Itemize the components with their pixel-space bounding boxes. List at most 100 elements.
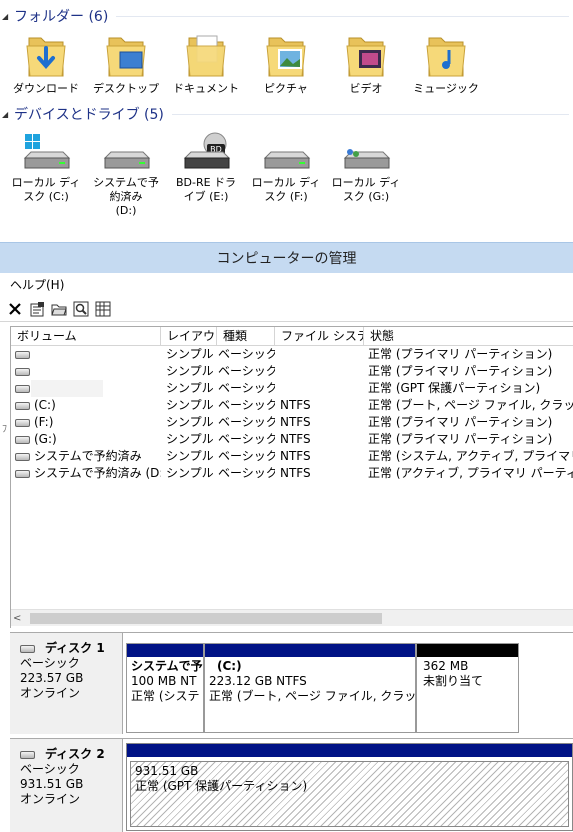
partition-bar — [127, 744, 572, 757]
music-folder-icon — [426, 37, 466, 77]
collapse-arrow-icon[interactable]: ◢ — [2, 110, 14, 119]
drive-label-line1: ローカル ディ — [331, 176, 401, 189]
folder-music[interactable]: ミュージック — [406, 30, 486, 96]
group-divider — [116, 15, 569, 17]
folders-group-title: フォルダー (6) — [14, 9, 109, 25]
drive-label-line2: スク (F:) — [264, 190, 308, 203]
settings-grid-icon[interactable] — [94, 300, 112, 318]
volume-icon — [15, 367, 30, 376]
folder-label: ミュージック — [413, 82, 479, 95]
col-header-status[interactable]: 状態 — [364, 327, 573, 345]
open-folder-icon[interactable] — [50, 300, 68, 318]
col-header-volume[interactable]: ボリューム — [11, 327, 161, 345]
drive-e[interactable]: BD BD-RE ドラ イブ (E:) — [166, 132, 246, 204]
search-icon[interactable] — [72, 300, 90, 318]
table-row[interactable]: シンプル ベーシック 正常 (プライマリ パーティション) — [11, 363, 573, 380]
folder-label: ドキュメント — [173, 82, 239, 95]
col-header-layout[interactable]: レイアウト — [161, 327, 217, 345]
col-header-filesystem[interactable]: ファイル システム — [275, 327, 364, 345]
disk-status: オンライン — [20, 792, 81, 806]
col-header-type[interactable]: 種類 — [217, 327, 275, 345]
partition-c[interactable]: (C:) 223.12 GB NTFS 正常 (ブート, ページ ファイル, ク… — [204, 643, 416, 733]
disk-name: ディスク 2 — [45, 747, 105, 761]
disk-type: ベーシック — [20, 656, 80, 670]
table-row[interactable]: システムで予約済み シンプル ベーシック NTFS 正常 (システム, アクティ… — [11, 448, 573, 465]
collapsed-pane-marker: ﾌ — [2, 424, 7, 435]
drive-label-line2: イブ (E:) — [183, 190, 229, 203]
drive-g[interactable]: ローカル ディ スク (G:) — [326, 132, 406, 204]
folder-label: ダウンロード — [13, 82, 79, 95]
table-row[interactable]: (C:) シンプル ベーシック NTFS 正常 (ブート, ページ ファイル, … — [11, 397, 573, 414]
folder-label: デスクトップ — [93, 82, 159, 95]
disk-name: ディスク 1 — [45, 641, 105, 655]
drive-label-line2: スク (G:) — [342, 190, 390, 203]
drive-label-line3: (D:) — [115, 204, 137, 217]
drive-f[interactable]: ローカル ディ スク (F:) — [246, 132, 326, 204]
pictures-folder-icon — [266, 37, 306, 77]
disk-size: 931.51 GB — [20, 777, 84, 791]
drive-label-line2: スク (C:) — [23, 190, 69, 203]
properties-icon[interactable] — [28, 300, 46, 318]
desktop-folder-icon — [106, 37, 146, 77]
volume-table-header: ボリューム レイアウト 種類 ファイル システム 状態 — [11, 327, 573, 346]
volume-icon — [15, 350, 30, 359]
partition-system-reserved[interactable]: システムで予 100 MB NT 正常 (システ — [126, 643, 204, 733]
toolbar — [0, 296, 573, 322]
table-row[interactable]: システムで予約済み (D:) シンプル ベーシック NTFS 正常 (アクティブ… — [11, 465, 573, 482]
horizontal-scrollbar[interactable]: < — [11, 609, 573, 626]
drive-label-line2: 約済み — [109, 190, 143, 203]
folder-pictures[interactable]: ピクチャ — [246, 30, 326, 96]
drive-d[interactable]: システムで予 約済み (D:) — [86, 132, 166, 218]
disk-1-row: ディスク 1 ベーシック 223.57 GB オンライン システムで予 100 … — [10, 632, 573, 734]
disk-status: オンライン — [20, 686, 81, 700]
menu-help[interactable]: ヘルプ(H) — [10, 276, 64, 293]
documents-folder-icon — [186, 35, 226, 77]
drives-group-header[interactable]: ◢ デバイスとドライブ (5) — [0, 104, 573, 124]
users-drive-icon — [343, 149, 391, 169]
folder-downloads[interactable]: ダウンロード — [6, 30, 86, 96]
folder-videos[interactable]: ビデオ — [326, 30, 406, 96]
drive-label-line1: ローカル ディ — [11, 176, 81, 189]
drive-label-line1: BD-RE ドラ — [175, 176, 237, 189]
disk-2-info[interactable]: ディスク 2 ベーシック 931.51 GB オンライン — [10, 739, 123, 832]
windows-drive-icon — [23, 134, 71, 169]
download-folder-icon — [26, 37, 66, 77]
volume-icon — [15, 401, 30, 410]
scroll-left-icon[interactable]: < — [13, 610, 21, 627]
volume-icon — [15, 418, 30, 427]
disk-size: 223.57 GB — [20, 671, 84, 685]
disk-1-info[interactable]: ディスク 1 ベーシック 223.57 GB オンライン — [10, 633, 123, 734]
volume-list: ボリューム レイアウト 種類 ファイル システム 状態 シンプル ベーシック 正… — [10, 326, 573, 628]
group-divider — [171, 113, 569, 115]
disk-icon — [20, 644, 35, 653]
drive-label-line1: システムで予 — [93, 176, 159, 189]
window-titlebar[interactable]: コンピューターの管理 — [0, 242, 573, 273]
table-row[interactable]: (F:) シンプル ベーシック NTFS 正常 (プライマリ パーティション) — [11, 414, 573, 431]
volume-icon — [15, 435, 30, 444]
folders-group-header[interactable]: ◢ フォルダー (6) — [0, 6, 573, 26]
bd-drive-icon: BD — [183, 132, 231, 169]
disk-type: ベーシック — [20, 762, 80, 776]
hard-drive-icon — [263, 151, 311, 169]
table-row[interactable]: シンプル ベーシック 正常 (GPT 保護パーティション) — [11, 380, 573, 397]
partition-bar — [417, 644, 518, 657]
partition-gpt-protective[interactable]: 931.51 GB 正常 (GPT 保護パーティション) — [126, 743, 573, 831]
volume-icon — [15, 452, 30, 461]
table-row[interactable]: シンプル ベーシック 正常 (プライマリ パーティション) — [11, 346, 573, 363]
scroll-thumb[interactable] — [30, 613, 382, 624]
partition-body: 931.51 GB 正常 (GPT 保護パーティション) — [130, 761, 569, 827]
folder-desktop[interactable]: デスクトップ — [86, 30, 166, 96]
delete-icon[interactable] — [6, 300, 24, 318]
folder-label: ピクチャ — [264, 82, 308, 95]
window-title: コンピューターの管理 — [216, 251, 357, 267]
volume-icon — [15, 384, 30, 393]
partition-bar — [127, 644, 203, 657]
folder-documents[interactable]: ドキュメント — [166, 30, 246, 96]
partition-unallocated[interactable]: 362 MB 未割り当て — [416, 643, 519, 733]
drive-label-line1: ローカル ディ — [251, 176, 321, 189]
collapse-arrow-icon[interactable]: ◢ — [2, 12, 14, 21]
table-row[interactable]: (G:) シンプル ベーシック NTFS 正常 (プライマリ パーティション) — [11, 431, 573, 448]
folder-label: ビデオ — [349, 82, 383, 95]
drive-c[interactable]: ローカル ディ スク (C:) — [6, 132, 86, 204]
hard-drive-icon — [103, 151, 151, 169]
